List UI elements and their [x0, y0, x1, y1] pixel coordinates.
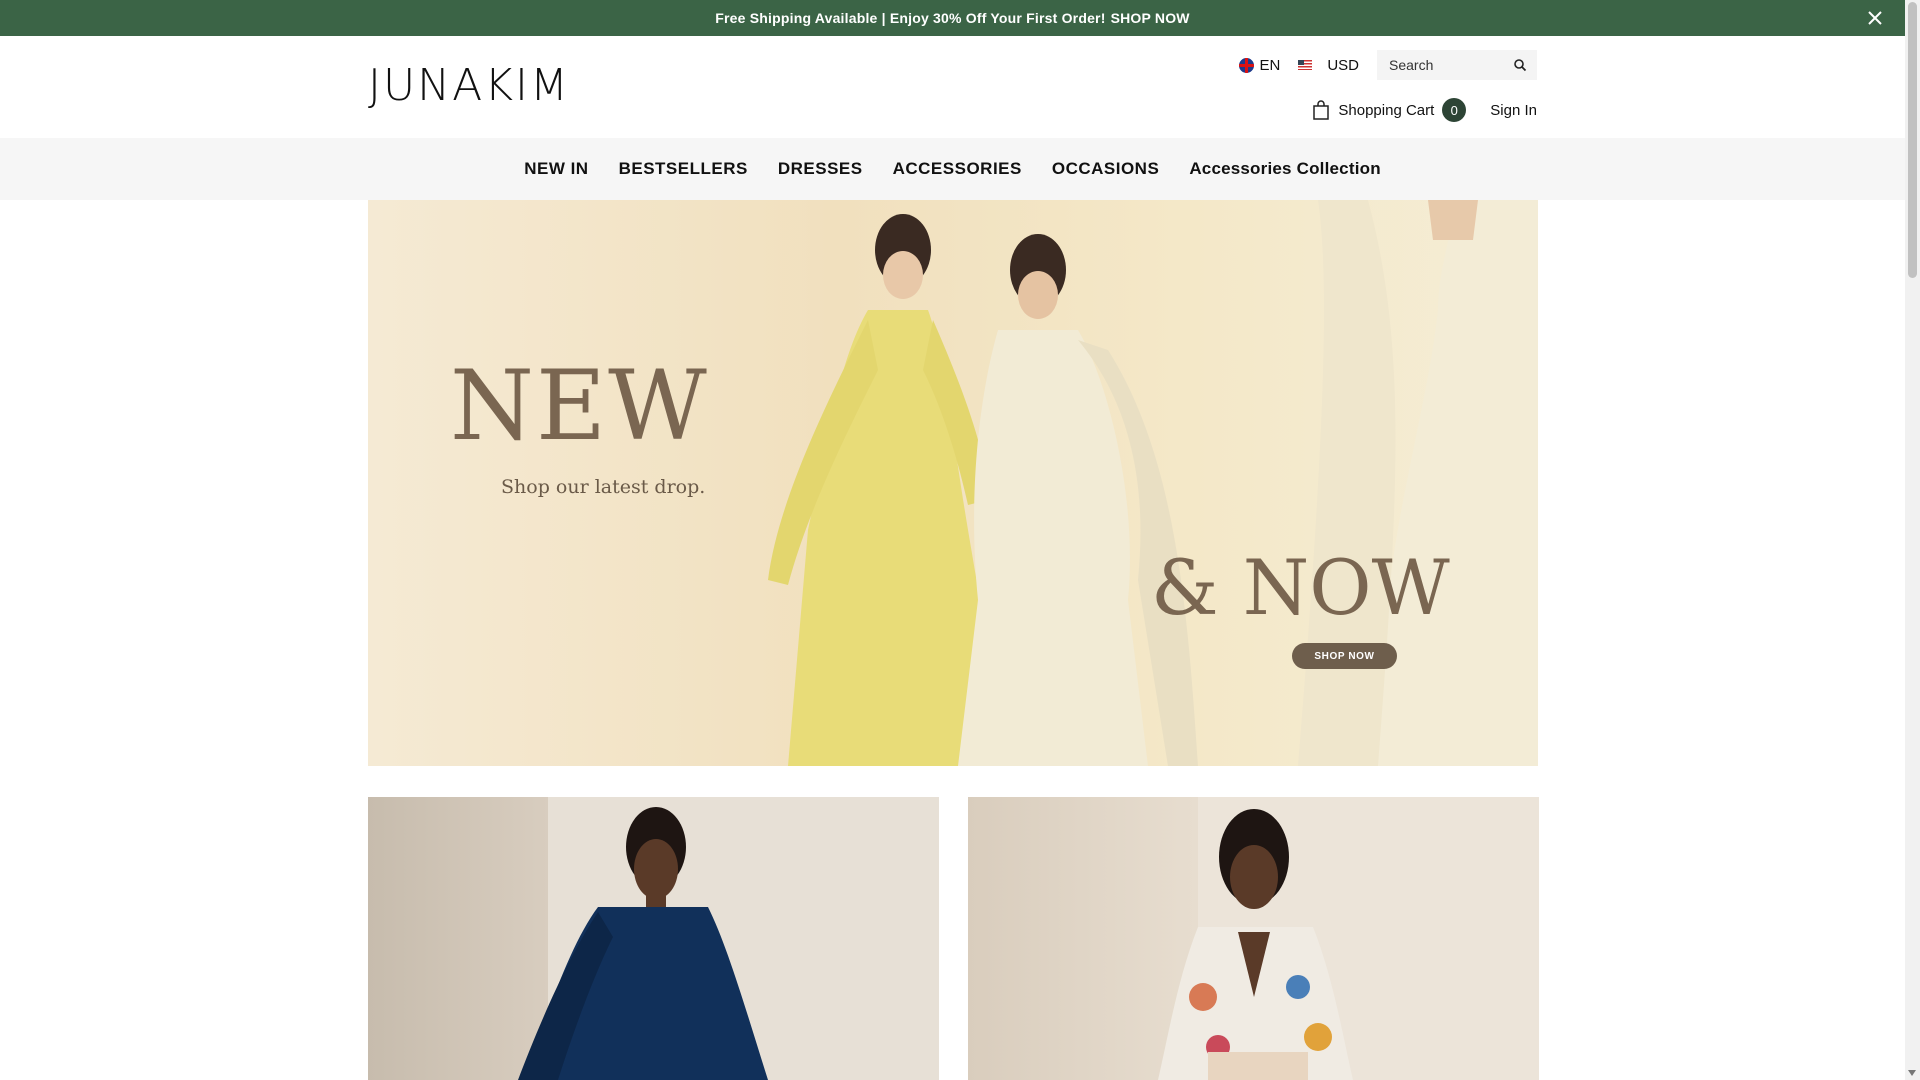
header-utilities: EN USD: [1239, 50, 1537, 80]
us-flag-icon: [1298, 60, 1313, 70]
main-nav: NEW IN BESTSELLERS DRESSES ACCESSORIES O…: [0, 138, 1905, 200]
search-box: [1377, 50, 1537, 80]
scrollbar-thumb[interactable]: [1908, 2, 1917, 278]
nav-item-accessories[interactable]: ACCESSORIES: [893, 159, 1022, 179]
scrollbar[interactable]: [1905, 0, 1920, 1080]
language-selector[interactable]: EN: [1239, 57, 1280, 74]
currency-selector[interactable]: USD: [1298, 57, 1359, 74]
announcement-text: Free Shipping Available | Enjoy 30% Off …: [715, 10, 1106, 26]
hero-tagline: & NOW: [1151, 543, 1450, 632]
shopping-cart-link[interactable]: Shopping Cart 0: [1312, 98, 1467, 122]
nav-item-occasions[interactable]: OCCASIONS: [1052, 159, 1159, 179]
nav-item-bestsellers[interactable]: BESTSELLERS: [619, 159, 748, 179]
search-icon[interactable]: [1513, 58, 1527, 72]
language-label: EN: [1259, 56, 1281, 74]
site-header: JUNAKIM EN USD Shopping Cart 0 Sign: [0, 36, 1905, 138]
model-floral-dress-image: [1158, 797, 1539, 1080]
hero-subhead: Shop our latest drop.: [501, 476, 706, 498]
hero-shop-now-button[interactable]: SHOP NOW: [1292, 643, 1397, 669]
logo[interactable]: JUNAKIM: [368, 64, 570, 108]
announcement-shop-link[interactable]: SHOP NOW: [1111, 10, 1190, 26]
scroll-down-arrow-icon[interactable]: [1908, 1070, 1916, 1076]
announcement-bar: Free Shipping Available | Enjoy 30% Off …: [0, 0, 1905, 36]
hero-banner[interactable]: NEW Shop our latest drop. & NOW SHOP NOW: [368, 200, 1538, 766]
nav-item-new-in[interactable]: NEW IN: [524, 159, 588, 179]
search-input[interactable]: [1387, 56, 1511, 74]
account-row: Shopping Cart 0 Sign In: [1312, 98, 1537, 122]
currency-label: USD: [1327, 56, 1359, 74]
uk-flag-icon: [1239, 57, 1255, 73]
nav-item-dresses[interactable]: DRESSES: [778, 159, 863, 179]
promo-tile-blue-dress[interactable]: [368, 797, 939, 1080]
nav-item-accessories-collection[interactable]: Accessories Collection: [1189, 159, 1380, 179]
promo-tile-floral-dress[interactable]: [968, 797, 1539, 1080]
cart-count-badge: 0: [1442, 98, 1467, 122]
sign-in-link[interactable]: Sign In: [1490, 102, 1537, 119]
cart-label: Shopping Cart: [1338, 101, 1435, 119]
model-blue-dress-image: [518, 797, 939, 1080]
shopping-bag-icon: [1313, 100, 1330, 120]
hero-headline: NEW: [450, 350, 709, 462]
close-icon[interactable]: [1865, 8, 1885, 28]
